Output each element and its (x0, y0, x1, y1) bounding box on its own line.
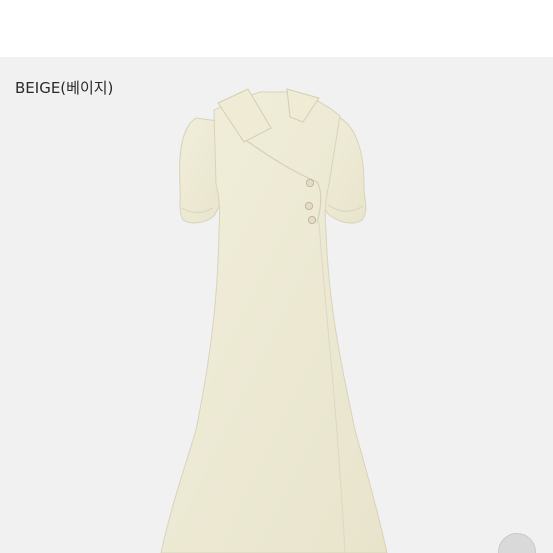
dress-image (160, 88, 388, 553)
product-detail-page: BEIGE(베이지) (0, 0, 553, 553)
dress-button-bottom (307, 215, 316, 224)
dress-button-top (305, 178, 314, 187)
dress-button-middle (304, 201, 313, 210)
